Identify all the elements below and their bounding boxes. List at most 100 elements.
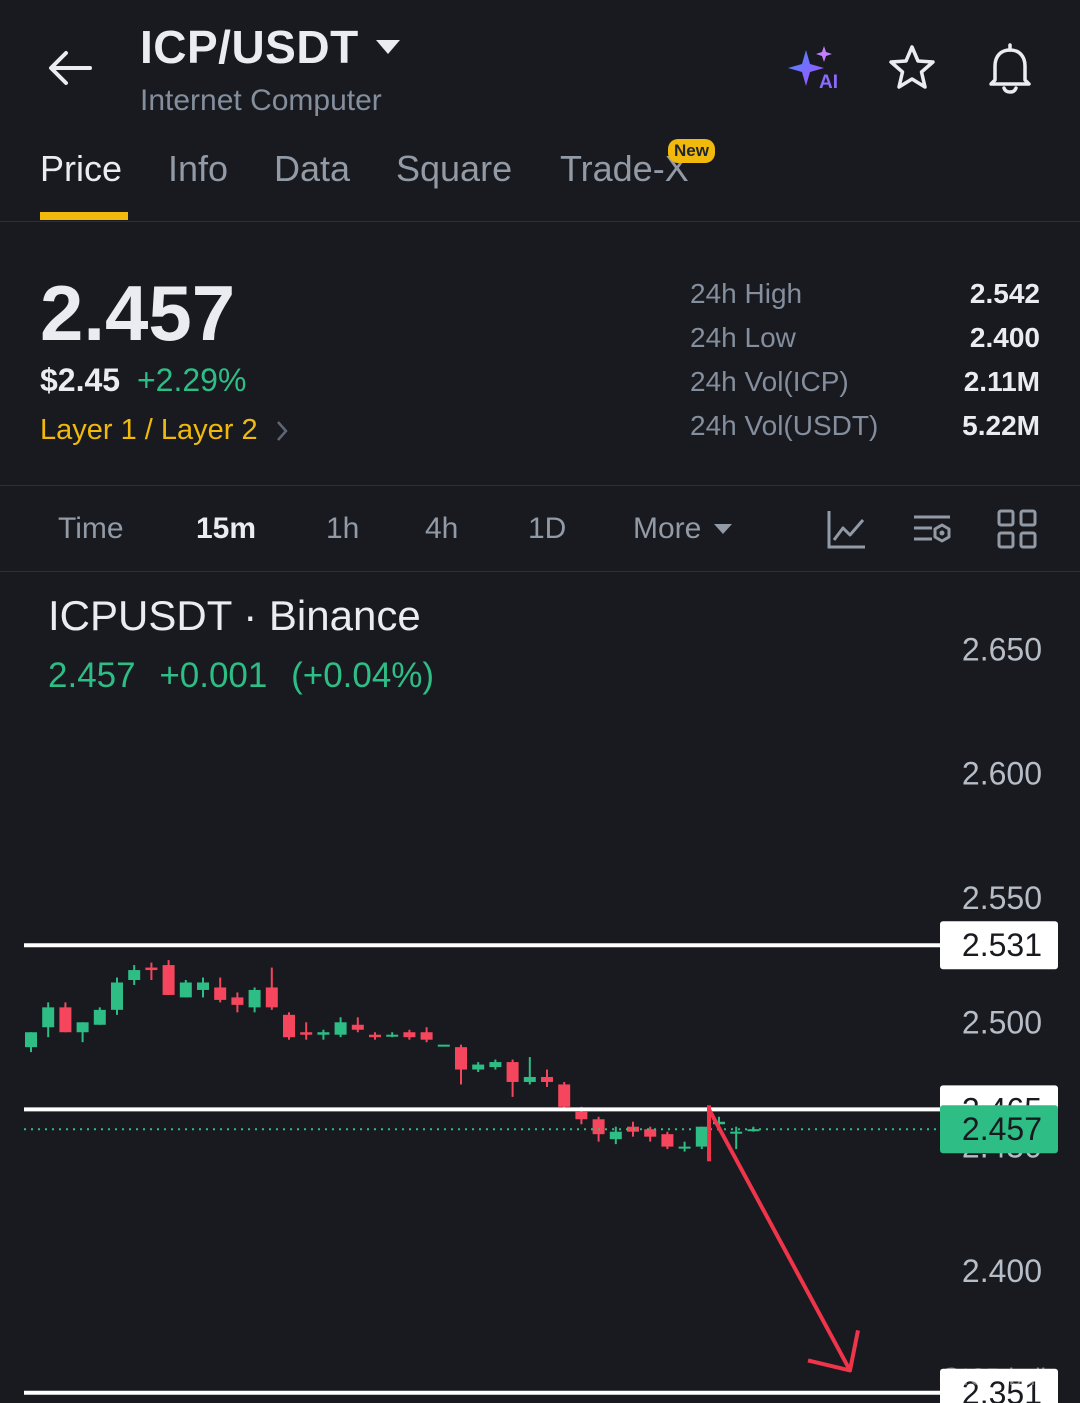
sector-label: Layer 1 / Layer 2 bbox=[40, 414, 258, 446]
chart-price-line: 2.457 +0.001 (+0.04%) bbox=[48, 656, 448, 696]
chevron-right-icon bbox=[276, 420, 288, 441]
star-icon bbox=[889, 45, 935, 89]
candle-body bbox=[214, 987, 227, 1000]
candle-body bbox=[386, 1034, 399, 1037]
timeframe-time[interactable]: Time bbox=[58, 512, 124, 546]
candle-body bbox=[558, 1084, 571, 1107]
candle-body bbox=[541, 1076, 553, 1082]
chart-settings-icon bbox=[914, 515, 951, 543]
timeframe-4h[interactable]: 4h bbox=[425, 512, 458, 546]
y-tick-label: 2.650 bbox=[962, 631, 1042, 667]
candle-body bbox=[265, 987, 278, 1008]
chart-last-price: 2.457 bbox=[48, 656, 136, 695]
pair-title: ICP/USDT bbox=[140, 21, 359, 73]
timeframe-1d[interactable]: 1D bbox=[528, 512, 566, 546]
timeframe-1h[interactable]: 1h bbox=[326, 512, 359, 546]
ai-badge-label: AI bbox=[819, 72, 838, 93]
stat-value: 2.400 bbox=[969, 322, 1040, 353]
timeframe-bar: Time 15m 1h 4h 1D More bbox=[0, 486, 1080, 572]
y-tick-label: 2.550 bbox=[962, 880, 1042, 916]
candle-body bbox=[420, 1032, 433, 1040]
timeframe-more-label: More bbox=[633, 512, 702, 545]
candle-body bbox=[179, 982, 192, 998]
annotation-arrow-line bbox=[707, 1108, 852, 1372]
stat-row-vol-icp: 24h Vol(ICP) 2.11M bbox=[690, 366, 1040, 410]
candle-body bbox=[489, 1062, 502, 1068]
back-button[interactable] bbox=[40, 40, 100, 96]
favorite-button[interactable] bbox=[884, 40, 940, 96]
stat-value: 2.11M bbox=[963, 366, 1040, 397]
candle-body bbox=[25, 1032, 37, 1048]
stat-label: 24h Low bbox=[690, 322, 796, 353]
tab-square[interactable]: Square bbox=[396, 148, 512, 190]
stat-value: 2.542 bbox=[969, 278, 1040, 309]
ai-assistant-button[interactable]: AI bbox=[786, 40, 842, 96]
candle-body bbox=[76, 1022, 89, 1033]
ai-sparkle-icon: AI bbox=[788, 46, 838, 93]
current-price-label: 2.457 bbox=[962, 1111, 1042, 1147]
candle-body bbox=[351, 1024, 364, 1030]
grid-layout-icon bbox=[997, 509, 1037, 549]
chart-change: +0.001 bbox=[159, 656, 268, 695]
candle-body bbox=[317, 1032, 330, 1035]
watermark: @ICP bull bbox=[938, 1364, 1046, 1391]
stats-24h: 24h High 2.542 24h Low 2.400 24h Vol(ICP… bbox=[690, 278, 1040, 454]
candle-body bbox=[455, 1047, 467, 1070]
chart-area[interactable]: 2.6502.6002.5502.5002.4502.4002.5312.465… bbox=[0, 572, 1080, 1403]
candle-body bbox=[644, 1129, 657, 1137]
pair-subtitle: Internet Computer bbox=[140, 84, 382, 117]
y-tick-label: 2.500 bbox=[962, 1004, 1042, 1040]
candle-body bbox=[145, 967, 158, 971]
tab-price[interactable]: Price bbox=[40, 148, 122, 190]
candle-body bbox=[231, 997, 244, 1005]
tab-info[interactable]: Info bbox=[168, 148, 228, 190]
candle-body bbox=[300, 1032, 313, 1035]
candle-body bbox=[248, 989, 261, 1008]
chart-title: ICPUSDT · Binance bbox=[48, 592, 421, 639]
stat-label: 24h Vol(ICP) bbox=[690, 366, 849, 397]
stat-value: 5.22M bbox=[962, 410, 1040, 441]
candle-body bbox=[197, 982, 209, 990]
candle-body bbox=[575, 1111, 588, 1120]
candle-body bbox=[661, 1134, 674, 1147]
candle-body bbox=[93, 1009, 106, 1025]
timeframe-15m[interactable]: 15m bbox=[196, 512, 256, 546]
y-tick-label: 2.400 bbox=[962, 1253, 1042, 1289]
candle-body bbox=[523, 1076, 536, 1082]
price-summary: 2.457 $2.45 +2.29% Layer 1 / Layer 2 24h… bbox=[0, 222, 1080, 486]
usd-price: $2.45 bbox=[40, 362, 121, 398]
candle-body bbox=[678, 1146, 691, 1149]
pair-selector[interactable]: ICP/USDT Internet Computer bbox=[140, 20, 401, 118]
candle-body bbox=[283, 1014, 295, 1038]
stat-label: 24h High bbox=[690, 278, 803, 309]
indicator-chart-icon bbox=[827, 511, 865, 549]
price-change-percent: +2.29% bbox=[136, 362, 247, 398]
candle-body bbox=[162, 965, 175, 995]
candle-body bbox=[403, 1032, 416, 1038]
candle-body bbox=[128, 970, 141, 981]
candle-body bbox=[506, 1062, 519, 1082]
candle-body bbox=[592, 1119, 605, 1135]
timeframe-more[interactable]: More bbox=[633, 512, 733, 546]
active-tab-indicator bbox=[40, 212, 128, 220]
stat-row-high: 24h High 2.542 bbox=[690, 278, 1040, 322]
layout-button[interactable] bbox=[996, 508, 1038, 550]
candle-body bbox=[59, 1007, 72, 1033]
candle-body bbox=[369, 1034, 381, 1038]
candle-body bbox=[437, 1044, 450, 1047]
header: ICP/USDT Internet Computer AI bbox=[0, 0, 1080, 130]
last-price: 2.457 bbox=[40, 269, 236, 357]
stat-label: 24h Vol(USDT) bbox=[690, 410, 879, 441]
chart-settings-button[interactable] bbox=[912, 508, 954, 550]
indicators-button[interactable] bbox=[826, 508, 868, 550]
sector-link[interactable]: Layer 1 / Layer 2 bbox=[40, 414, 288, 447]
chart-change-percent: (+0.04%) bbox=[291, 656, 435, 695]
candle-body bbox=[111, 982, 123, 1010]
y-tick-label: 2.600 bbox=[962, 756, 1042, 792]
candlestick-chart[interactable]: 2.6502.6002.5502.5002.4502.4002.5312.465… bbox=[0, 572, 1080, 1403]
candle-body bbox=[472, 1064, 485, 1070]
price-alert-button[interactable] bbox=[982, 40, 1038, 96]
tab-data[interactable]: Data bbox=[274, 148, 350, 190]
stat-row-vol-usdt: 24h Vol(USDT) 5.22M bbox=[690, 410, 1040, 454]
candle-body bbox=[42, 1007, 55, 1028]
